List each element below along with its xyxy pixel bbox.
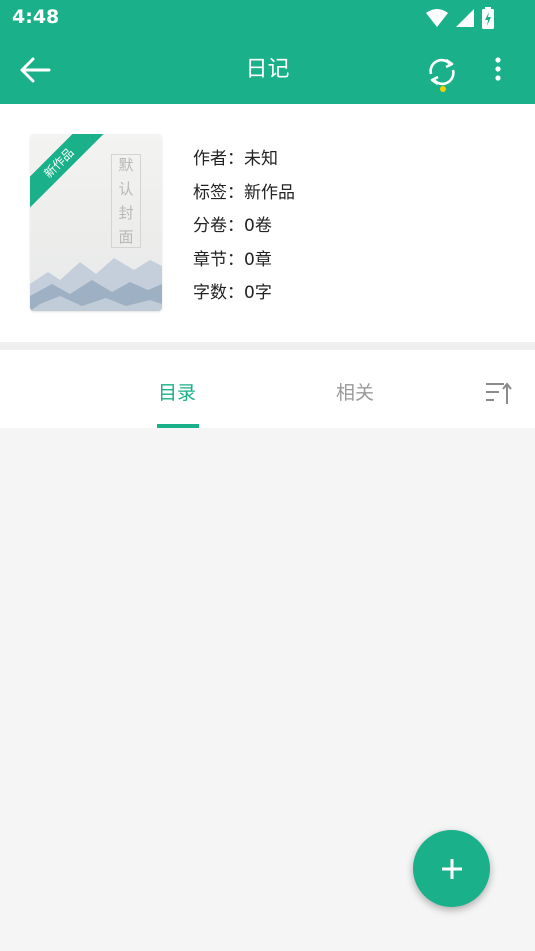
book-volumes: 分卷：0卷 — [193, 216, 272, 236]
book-info-card: 默 认 封 面 新作品 作者：未知 标签：新作品 分卷：0卷 章节：0章 字数：… — [0, 104, 535, 342]
sync-indicator-dot — [440, 86, 446, 92]
tab-catalog[interactable]: 目录 — [158, 378, 196, 405]
cover-label-char: 面 — [118, 228, 134, 246]
status-icons — [425, 7, 495, 29]
book-words: 字数：0字 — [193, 283, 272, 303]
status-time: 4:48 — [12, 6, 60, 28]
book-meta: 作者：未知 标签：新作品 分卷：0卷 章节：0章 字数：0字 — [193, 144, 295, 312]
book-author: 作者：未知 — [193, 149, 278, 169]
more-vert-icon[interactable] — [487, 54, 509, 86]
book-chapters: 章节：0章 — [193, 249, 272, 270]
signal-icon — [456, 9, 474, 27]
battery-charging-icon — [482, 7, 494, 29]
cover-label-char: 默 — [118, 156, 134, 174]
tab-bar: 目录 相关 — [0, 350, 535, 428]
sync-icon[interactable] — [424, 54, 460, 92]
status-bar: 4:48 — [0, 0, 535, 36]
wifi-icon — [426, 9, 448, 27]
tab-related[interactable]: 相关 — [336, 378, 374, 405]
add-chapter-button[interactable] — [413, 830, 490, 907]
app-bar: 日记 — [0, 36, 535, 104]
cover-label: 默 认 封 面 — [111, 154, 141, 248]
book-tags: 标签：新作品 — [193, 182, 295, 203]
plus-icon — [441, 858, 462, 879]
sort-icon[interactable] — [484, 380, 512, 406]
book-cover[interactable]: 默 认 封 面 新作品 — [30, 134, 162, 311]
cover-label-char: 封 — [118, 204, 134, 222]
cover-label-char: 认 — [118, 180, 134, 198]
section-divider — [0, 342, 535, 350]
